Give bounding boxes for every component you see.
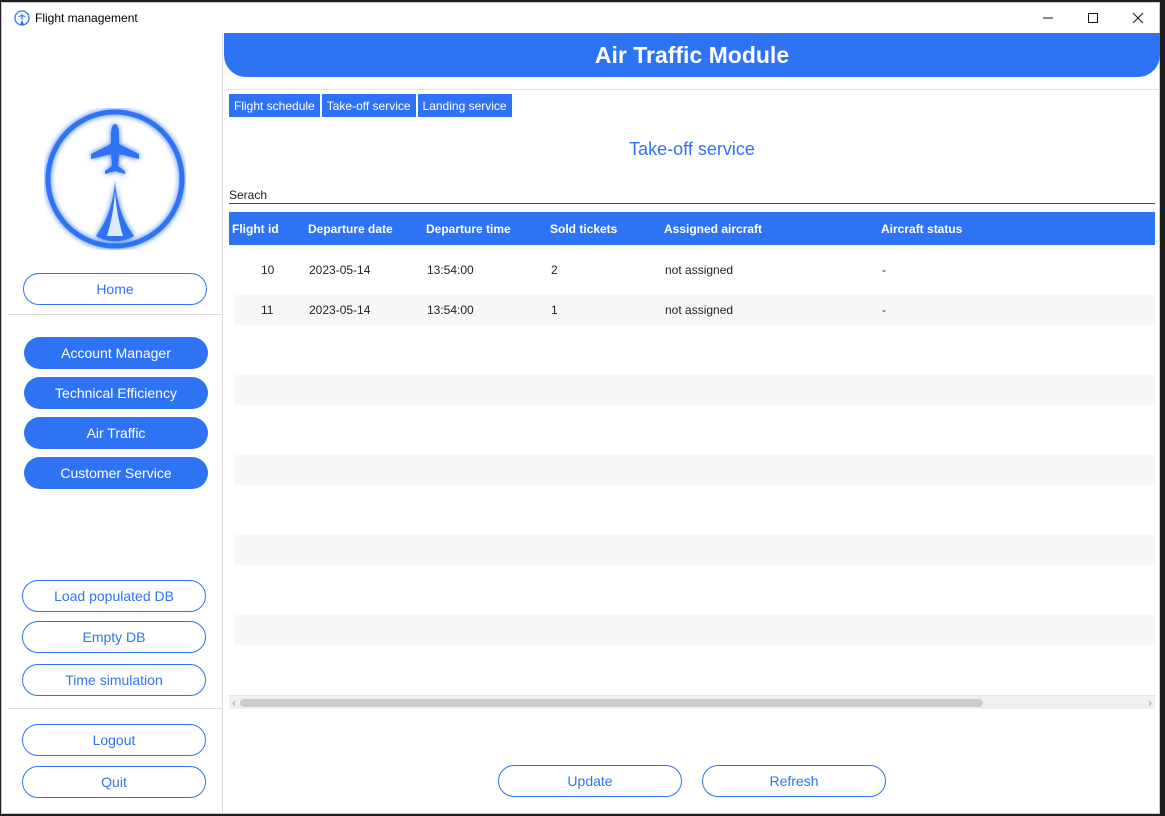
column-header-departure-date[interactable]: Departure date (308, 212, 393, 245)
cell-flight-id: 10 (261, 263, 275, 277)
scroll-right-icon[interactable]: › (1145, 696, 1155, 710)
sidebar-divider (8, 314, 222, 315)
cell-departure-date: 2023-05-14 (309, 303, 371, 317)
module-header: Air Traffic Module (224, 33, 1160, 77)
column-header-assigned-aircraft[interactable]: Assigned aircraft (664, 212, 762, 245)
title-bar: Flight management (2, 3, 1159, 33)
maximize-icon (1088, 13, 1098, 23)
tab-take-off-service[interactable]: Take-off service (321, 94, 416, 117)
customer-service-button[interactable]: Customer Service (24, 457, 208, 489)
time-simulation-button[interactable]: Time simulation (22, 664, 206, 696)
empty-row (234, 455, 1155, 485)
empty-row (234, 535, 1155, 565)
sidebar-divider (8, 708, 222, 709)
cell-aircraft-status: - (882, 303, 886, 317)
air-traffic-button[interactable]: Air Traffic (24, 417, 208, 449)
app-window: Flight management Home Account Manager T… (1, 2, 1160, 814)
scroll-left-icon[interactable]: ‹ (229, 696, 239, 710)
plane-logo-icon (14, 10, 30, 26)
empty-db-button[interactable]: Empty DB (22, 621, 206, 653)
technical-efficiency-button[interactable]: Technical Efficiency (24, 377, 208, 409)
tab-flight-schedule[interactable]: Flight schedule (229, 94, 320, 117)
refresh-button[interactable]: Refresh (702, 765, 886, 797)
close-button[interactable] (1115, 3, 1161, 33)
empty-row (234, 375, 1155, 405)
minimize-button[interactable] (1025, 3, 1071, 33)
sidebar: Home Account Manager Technical Efficienc… (2, 33, 223, 813)
minimize-icon (1043, 17, 1053, 19)
table-header: Flight id Departure date Departure time … (229, 212, 1155, 245)
horizontal-scrollbar[interactable]: ‹ › (229, 695, 1155, 709)
column-header-sold-tickets[interactable]: Sold tickets (550, 212, 617, 245)
cell-sold-tickets: 1 (551, 303, 558, 317)
section-title: Take-off service (629, 139, 755, 159)
empty-row (234, 615, 1155, 645)
cell-sold-tickets: 2 (551, 263, 558, 277)
tab-landing-service[interactable]: Landing service (417, 94, 512, 117)
table-row[interactable]: 11 2023-05-14 13:54:00 1 not assigned - (234, 295, 1155, 325)
table-row[interactable]: 10 2023-05-14 13:54:00 2 not assigned - (234, 255, 1155, 285)
load-populated-db-button[interactable]: Load populated DB (22, 580, 206, 612)
update-button[interactable]: Update (498, 765, 682, 797)
account-manager-button[interactable]: Account Manager (24, 337, 208, 369)
cell-departure-time: 13:54:00 (427, 303, 474, 317)
plane-takeoff-logo-icon (45, 109, 185, 249)
content-divider (224, 89, 1160, 90)
column-header-flight-id[interactable]: Flight id (232, 212, 279, 245)
scrollbar-thumb[interactable] (240, 699, 983, 707)
tab-bar: Flight schedule Take-off service Landing… (229, 94, 514, 117)
home-button[interactable]: Home (23, 273, 207, 305)
cell-assigned-aircraft: not assigned (665, 263, 734, 277)
close-icon (1132, 12, 1144, 24)
search-input[interactable] (229, 186, 1155, 204)
cell-departure-time: 13:54:00 (427, 263, 474, 277)
quit-button[interactable]: Quit (22, 766, 206, 798)
logout-button[interactable]: Logout (22, 724, 206, 756)
cell-departure-date: 2023-05-14 (309, 263, 371, 277)
cell-flight-id: 11 (261, 303, 274, 317)
flights-table: Flight id Departure date Departure time … (229, 212, 1155, 694)
cell-aircraft-status: - (882, 263, 886, 277)
window-title: Flight management (35, 11, 138, 25)
column-header-departure-time[interactable]: Departure time (426, 212, 511, 245)
search-field (229, 186, 1155, 204)
cell-assigned-aircraft: not assigned (665, 303, 734, 317)
maximize-button[interactable] (1070, 3, 1116, 33)
column-header-aircraft-status[interactable]: Aircraft status (881, 212, 962, 245)
